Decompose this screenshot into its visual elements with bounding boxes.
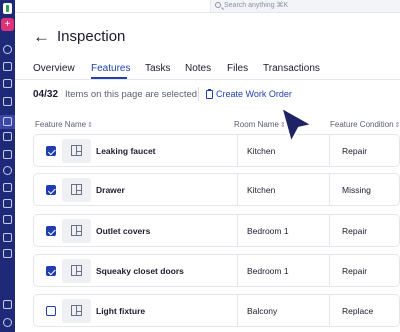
app-logo-icon[interactable] [3,3,12,14]
sort-icon[interactable]: ⇕ [395,122,400,129]
info-icon[interactable] [3,166,12,175]
table-row[interactable]: Squeaky closet doors Bedroom 1 Repair [33,254,400,287]
tabs-divider [15,79,400,80]
row-thumbnail [62,259,91,283]
tab-overview[interactable]: Overview [33,63,75,74]
calendar-icon[interactable] [3,150,12,159]
sidebar: + [0,0,15,332]
back-arrow-icon[interactable]: ← [33,27,50,47]
column-divider [329,295,330,326]
row-thumbnail [62,299,91,323]
top-bar: Search anything ⌘K [15,0,400,13]
settings-icon[interactable] [3,318,12,327]
feature-condition: Repair [342,146,368,156]
feature-condition: Repair [342,266,368,276]
floorplan-icon [71,145,82,156]
clipboard-icon [206,88,213,99]
column-divider [329,135,330,166]
row-thumbnail [62,178,91,202]
floorplan-icon [71,184,82,195]
search-placeholder[interactable]: Search anything ⌘K [224,1,288,9]
properties-icon[interactable] [3,97,12,106]
search-bar[interactable]: Search anything ⌘K [210,0,400,12]
column-divider [237,295,238,326]
reports-icon[interactable] [3,183,12,192]
rocket-icon[interactable] [3,300,12,309]
floorplan-icon [71,305,82,316]
inspection-icon[interactable] [3,117,12,126]
tab-features[interactable]: Features [91,63,130,74]
column-divider [329,174,330,205]
tab-files[interactable]: Files [227,63,248,74]
column-divider [237,135,238,166]
chart-icon[interactable] [3,233,12,242]
column-divider [237,255,238,286]
row-checkbox[interactable] [46,185,56,195]
plus-icon[interactable]: + [1,18,14,31]
table-row[interactable]: Light fixture Balcony Replace [33,294,400,327]
mouse-cursor-icon [279,105,315,145]
column-divider [237,174,238,205]
feature-name[interactable]: Outlet covers [96,226,150,236]
column-header-feature-name[interactable]: Feature Name⇕ [35,120,93,129]
people-icon[interactable] [3,132,12,141]
create-work-order-button[interactable]: Create Work Order [206,87,292,101]
column-divider [329,255,330,286]
row-thumbnail [62,139,91,163]
room-name: Bedroom 1 [247,266,289,276]
room-name: Balcony [247,306,278,316]
feature-condition: Repair [342,226,368,236]
row-checkbox[interactable] [46,146,56,156]
feature-name[interactable]: Drawer [96,185,125,195]
dashboard-icon[interactable] [3,45,12,54]
column-header-label: Feature Condition [330,120,394,129]
search-icon [215,2,221,8]
floorplan-icon [71,225,82,236]
column-header-label: Room Name [234,120,279,129]
building-icon[interactable] [3,79,12,88]
table-row[interactable]: Leaking faucet Kitchen Repair [33,134,400,167]
tab-notes[interactable]: Notes [185,63,211,74]
selected-text: Items on this page are selected [65,89,198,100]
row-checkbox[interactable] [46,266,56,276]
row-checkbox[interactable] [46,306,56,316]
floorplan-icon [71,265,82,276]
room-name: Kitchen [247,146,276,156]
column-divider [329,215,330,246]
feature-condition: Missing [342,185,371,195]
table-row[interactable]: Outlet covers Bedroom 1 Repair [33,214,400,247]
feature-condition: Replace [342,306,374,316]
column-header-feature-condition[interactable]: Feature Condition⇕ [330,120,400,129]
row-checkbox[interactable] [46,226,56,236]
room-name: Kitchen [247,185,276,195]
sparkle-icon[interactable] [3,62,12,71]
room-name: Bedroom 1 [247,226,289,236]
selection-divider [198,87,199,101]
feature-name[interactable]: Leaking faucet [96,146,156,156]
feature-name[interactable]: Squeaky closet doors [96,266,184,276]
feature-name[interactable]: Light fixture [96,306,145,316]
selected-count: 04/32 [33,89,59,100]
column-divider [237,215,238,246]
tab-tasks[interactable]: Tasks [145,63,171,74]
page-title: Inspection [57,28,126,45]
row-thumbnail [62,219,91,243]
tab-transactions[interactable]: Transactions [263,63,320,74]
folder-icon[interactable] [3,199,12,208]
document-icon[interactable] [3,215,12,224]
table-row[interactable]: Drawer Kitchen Missing [33,173,400,206]
list-icon[interactable] [3,249,12,258]
create-work-order-label: Create Work Order [216,89,292,99]
sort-icon[interactable]: ⇕ [87,122,93,129]
column-header-label: Feature Name [35,120,87,129]
